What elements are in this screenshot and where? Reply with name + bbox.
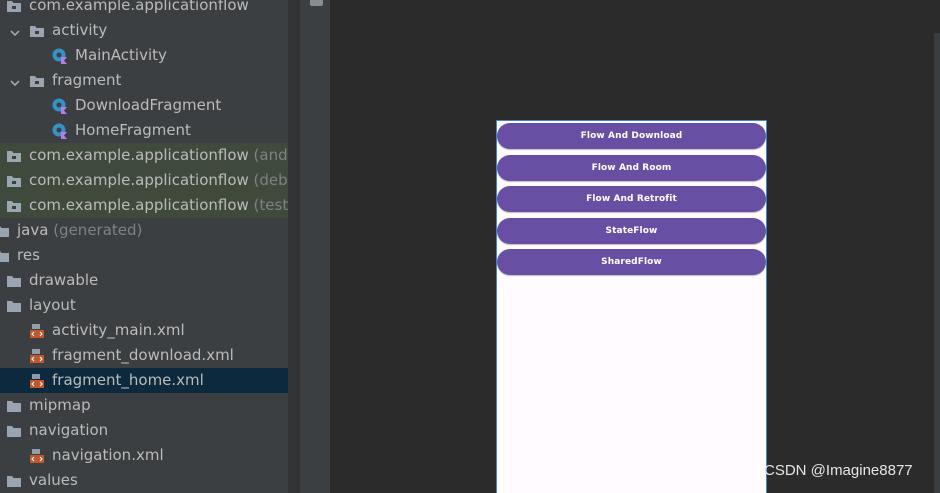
tree-item-label: values <box>29 471 78 489</box>
tree-item-name: com.example.applicationflow <box>29 0 249 14</box>
tree-item-label: layout <box>29 296 76 314</box>
tree-item[interactable]: navigation <box>0 418 299 443</box>
editor-side-strip <box>299 0 330 493</box>
tree-item-name: java <box>17 221 49 239</box>
tree-item-label: fragment_home.xml <box>52 371 204 389</box>
tree-item-name: com.example.applicationflow <box>29 171 249 189</box>
tree-item-label: navigation <box>29 421 108 439</box>
tree-item-name: MainActivity <box>75 46 167 64</box>
tree-item-label: fragment <box>52 71 121 89</box>
tree-item[interactable]: com.example.applicationflow (debug <box>0 168 299 193</box>
tree-item-name: fragment <box>52 71 122 89</box>
tree-item-label: navigation.xml <box>52 446 164 464</box>
toolbar-stub-icon[interactable] <box>310 0 323 6</box>
preview-button[interactable]: Flow And Download <box>497 123 766 149</box>
tree-item[interactable]: fragment <box>0 68 299 93</box>
layout-xml-icon <box>29 323 45 339</box>
tree-item-name: fragment_home.xml <box>52 371 204 389</box>
package-folder-icon <box>6 173 22 189</box>
chevron-down-icon[interactable] <box>10 24 20 37</box>
tree-item[interactable]: fragment_home.xml <box>0 368 299 393</box>
folder-icon <box>0 248 10 264</box>
kotlin-class-icon <box>52 48 68 64</box>
tree-item-label: res <box>17 246 40 264</box>
tree-item[interactable]: com.example.applicationflow (test) <box>0 193 299 218</box>
tree-item-label: com.example.applicationflow <box>29 0 249 14</box>
watermark: CSDN @Imagine8877 <box>764 462 913 479</box>
tree-item[interactable]: MainActivity <box>0 43 299 68</box>
folder-icon <box>6 273 22 289</box>
tree-item-name: activity_main.xml <box>52 321 185 339</box>
folder-icon <box>6 298 22 314</box>
tree-item[interactable]: mipmap <box>0 393 299 418</box>
tree-item[interactable]: HomeFragment <box>0 118 299 143</box>
tree-item-label: java (generated) <box>17 221 142 239</box>
tree-item-label: com.example.applicationflow (androi <box>29 146 299 164</box>
project-tree-panel: com.example.applicationflow activity MainA… <box>0 0 299 493</box>
tree-item-label: com.example.applicationflow (debug <box>29 171 299 189</box>
tree-item-name: activity <box>52 21 108 39</box>
tree-item-label: fragment_download.xml <box>52 346 234 364</box>
tree-item-label: activity <box>52 21 107 39</box>
preview-button[interactable]: Flow And Retrofit <box>497 186 766 212</box>
tree-item[interactable]: values <box>0 468 299 493</box>
preview-button[interactable]: StateFlow <box>497 217 766 244</box>
tree-item[interactable]: com.example.applicationflow <box>0 0 299 18</box>
package-folder-icon <box>29 23 45 39</box>
canvas-scrollbar[interactable] <box>934 33 940 493</box>
package-folder-icon <box>6 148 22 164</box>
tree-item-label: com.example.applicationflow (test) <box>29 196 294 214</box>
layout-xml-icon <box>29 448 45 464</box>
tree-item-label: DownloadFragment <box>75 96 221 114</box>
tree-item-label: activity_main.xml <box>52 321 185 339</box>
folder-icon <box>6 423 22 439</box>
layout-xml-icon <box>29 348 45 364</box>
tree-item-label: HomeFragment <box>75 121 191 139</box>
tree-item-name: fragment_download.xml <box>52 346 234 364</box>
tree-item[interactable]: activity_main.xml <box>0 318 299 343</box>
tree-item-name: HomeFragment <box>75 121 191 139</box>
tree-item-name: com.example.applicationflow <box>29 196 249 214</box>
tree-item-name: navigation.xml <box>52 446 164 464</box>
tree-item-name: com.example.applicationflow <box>29 146 249 164</box>
tree-item-name: mipmap <box>29 396 91 414</box>
tree-item-suffix: (generated) <box>48 221 143 239</box>
tree-item[interactable]: navigation.xml <box>0 443 299 468</box>
tree-item[interactable]: activity <box>0 18 299 43</box>
kotlin-class-icon <box>52 98 68 114</box>
tree-item[interactable]: layout <box>0 293 299 318</box>
tree-item[interactable]: fragment_download.xml <box>0 343 299 368</box>
tree-item[interactable]: com.example.applicationflow (androi <box>0 143 299 168</box>
tree-item-label: drawable <box>29 271 98 289</box>
tree-item-name: res <box>17 246 40 264</box>
layout-xml-icon <box>29 373 45 389</box>
tree-item-name: DownloadFragment <box>75 96 222 114</box>
chevron-down-icon[interactable] <box>10 74 20 87</box>
package-folder-icon <box>6 198 22 214</box>
folder-icon <box>0 223 10 239</box>
tree-item-name: drawable <box>29 271 99 289</box>
kotlin-class-icon <box>52 123 68 139</box>
tree-item[interactable]: drawable <box>0 268 299 293</box>
tree-item-name: layout <box>29 296 76 314</box>
tree-item[interactable]: res <box>0 243 299 268</box>
folder-icon <box>6 473 22 489</box>
tree-item-name: navigation <box>29 421 109 439</box>
preview-button[interactable]: Flow And Room <box>497 154 766 181</box>
tree-item-label: mipmap <box>29 396 91 414</box>
preview-button[interactable]: SharedFlow <box>497 249 766 275</box>
panel-splitter[interactable] <box>288 0 299 493</box>
tree-item[interactable]: java (generated) <box>0 218 299 243</box>
tree-item-name: values <box>29 471 78 489</box>
folder-icon <box>6 398 22 414</box>
package-folder-icon <box>6 0 22 14</box>
tree-item[interactable]: DownloadFragment <box>0 93 299 118</box>
tree-item-label: MainActivity <box>75 46 167 64</box>
package-folder-icon <box>29 73 45 89</box>
layout-preview-phone[interactable]: Flow And Download Flow And Room Flow And R… <box>496 120 767 493</box>
